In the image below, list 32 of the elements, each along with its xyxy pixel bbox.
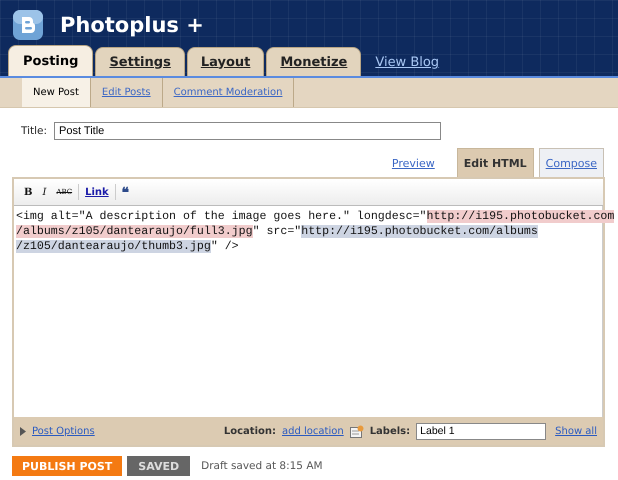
nav-tab[interactable]: Posting	[8, 45, 94, 76]
labels-label: Labels:	[370, 426, 410, 436]
code-line: /albums/z105/dantearaujo/full3.jpg" src="http://i195.photobucket.com/albums	[16, 224, 538, 239]
link-button[interactable]: Link	[81, 184, 113, 200]
post-options-link[interactable]: Post Options	[32, 426, 95, 436]
title-field[interactable]: Post Title	[54, 122, 442, 140]
bold-button[interactable]: B	[20, 184, 36, 200]
blog-title: Photoplus +	[60, 13, 204, 37]
expand-triangle-icon[interactable]	[20, 426, 26, 436]
map-icon[interactable]	[350, 424, 364, 438]
show-all-link[interactable]: Show all	[555, 426, 597, 436]
draft-status: Draft saved at 8:15 AM	[201, 460, 323, 472]
nav-tab[interactable]: Layout	[186, 47, 264, 76]
nav-tab[interactable]: Settings	[95, 47, 185, 76]
view-blog-link[interactable]: View Blog	[363, 55, 440, 76]
italic-button[interactable]: I	[38, 184, 50, 200]
subtab[interactable]: New Post	[22, 78, 91, 107]
saved-button[interactable]: SAVED	[127, 456, 190, 476]
mode-tab[interactable]: Compose	[538, 148, 604, 177]
blogger-logo-icon	[12, 9, 44, 41]
code-line: /z105/dantearaujo/thumb3.jpg" />	[16, 239, 239, 254]
location-label: Location:	[224, 426, 276, 436]
code-line: <img alt="A description of the image goes here." longdesc="http://i195.photobucket.com	[16, 209, 614, 224]
add-location-link[interactable]: add location	[282, 426, 344, 436]
quote-button[interactable]: ❝	[118, 182, 134, 202]
title-label: Title:	[21, 125, 48, 137]
labels-field[interactable]: Label 1	[416, 422, 546, 440]
subtab[interactable]: Comment Moderation	[162, 78, 294, 107]
mode-tab[interactable]: Edit HTML	[456, 148, 534, 177]
subtab[interactable]: Edit Posts	[90, 78, 163, 107]
preview-link[interactable]: Preview	[384, 148, 442, 177]
nav-tab[interactable]: Monetize	[266, 47, 362, 76]
